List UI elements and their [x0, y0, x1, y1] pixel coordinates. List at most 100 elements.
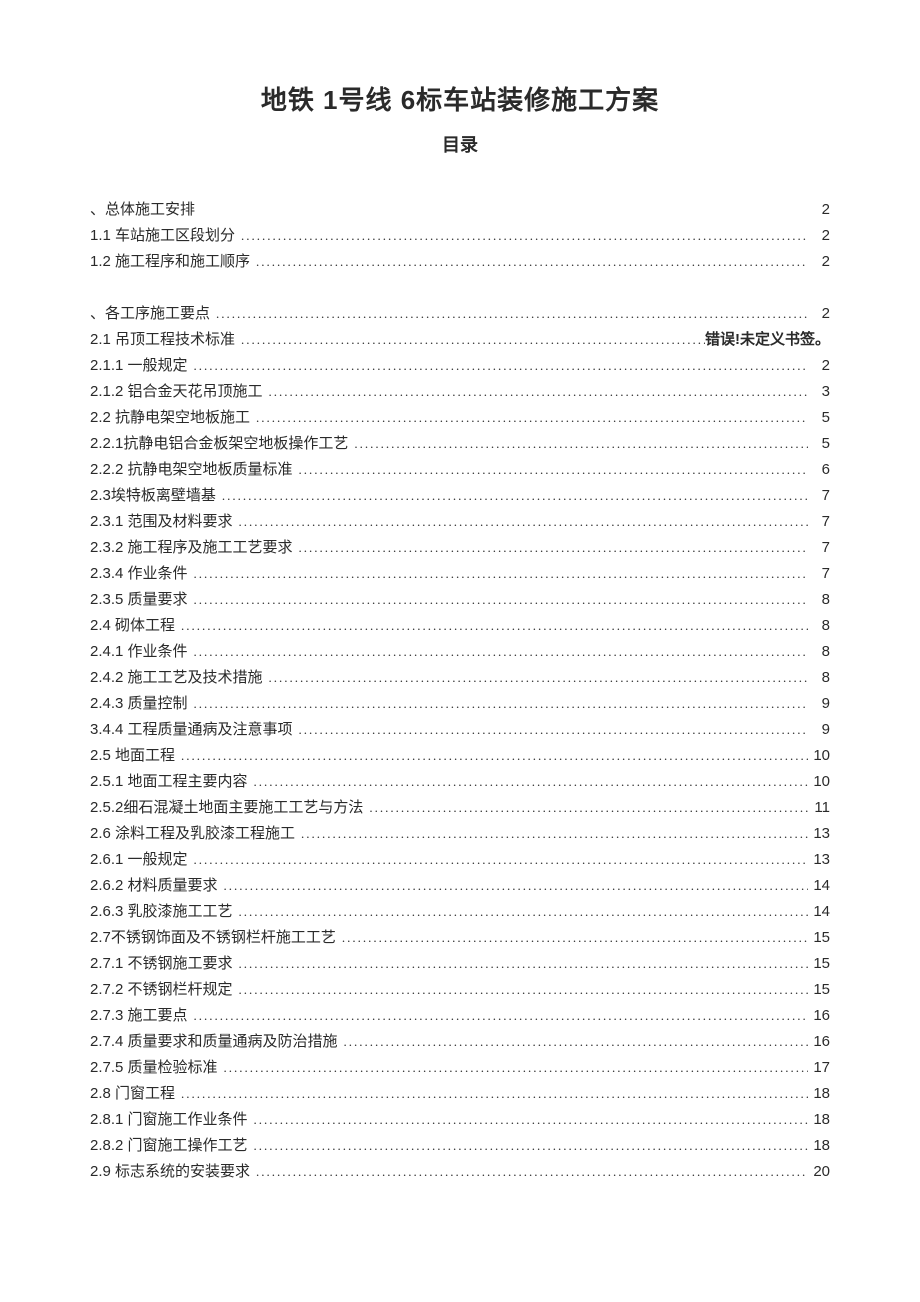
toc-entry-label: 2.3.4 作业条件 — [90, 561, 188, 587]
toc-leader-dots — [250, 405, 808, 431]
toc-entry-label: 、总体施工安排 — [90, 197, 195, 223]
toc-entry: 2.6.3 乳胶漆施工工艺14 — [90, 899, 830, 925]
toc-leader-dots — [218, 1055, 808, 1081]
toc-leader-dots — [210, 301, 808, 327]
toc-entry-page: 6 — [808, 457, 830, 483]
toc-leader-dots — [248, 1107, 808, 1133]
toc-entry-label: 2.2.2 抗静电架空地板质量标准 — [90, 457, 293, 483]
toc-entry-label: 2.4.1 作业条件 — [90, 639, 188, 665]
toc-entry-page: 8 — [808, 613, 830, 639]
toc-entry-label: 2.8.1 门窗施工作业条件 — [90, 1107, 248, 1133]
toc-leader-dots — [293, 717, 808, 743]
toc-entry: 2.8 门窗工程18 — [90, 1081, 830, 1107]
toc-entry-page: 15 — [808, 977, 830, 1003]
toc-entry: 、总体施工安排2 — [90, 197, 830, 223]
toc-leader-dots — [338, 1029, 808, 1055]
toc-entry-label: 2.4.3 质量控制 — [90, 691, 188, 717]
toc-entry: 2.3埃特板离壁墙基7 — [90, 483, 830, 509]
toc-entry: 2.7不锈钢饰面及不锈钢栏杆施工工艺15 — [90, 925, 830, 951]
toc-entry-label: 2.3埃特板离壁墙基 — [90, 483, 216, 509]
toc-entry: 2.5 地面工程10 — [90, 743, 830, 769]
toc-entry-label: 2.4.2 施工工艺及技术措施 — [90, 665, 263, 691]
toc-entry-label: 1.1 车站施工区段划分 — [90, 223, 235, 249]
toc-entry-page: 8 — [808, 665, 830, 691]
toc-entry: 2.1.1 一般规定2 — [90, 353, 830, 379]
toc-entry-page: 17 — [808, 1055, 830, 1081]
toc-leader-dots — [293, 535, 808, 561]
toc-entry: 2.5.1 地面工程主要内容10 — [90, 769, 830, 795]
toc-entry: 2.3.4 作业条件 7 — [90, 561, 830, 587]
document-title: 地铁 1号线 6标车站装修施工方案 — [90, 80, 830, 117]
toc-entry-label: 2.5.1 地面工程主要内容 — [90, 769, 248, 795]
toc-entry-page: 错误!未定义书签。 — [705, 327, 830, 353]
toc-entry-label: 2.7.2 不锈钢栏杆规定 — [90, 977, 233, 1003]
toc-entry: 1.1 车站施工区段划分 2 — [90, 223, 830, 249]
toc-entry-label: 2.2.1抗静电铝合金板架空地板操作工艺 — [90, 431, 348, 457]
toc-entry-label: 2.5.2细石混凝土地面主要施工工艺与方法 — [90, 795, 363, 821]
toc-leader-dots — [188, 561, 808, 587]
toc-entry: 2.7.3 施工要点 16 — [90, 1003, 830, 1029]
toc-entry-page: 2 — [808, 353, 830, 379]
toc-entry-page: 7 — [808, 561, 830, 587]
toc-entry-label: 2.3.5 质量要求 — [90, 587, 188, 613]
toc-entry-page: 20 — [808, 1159, 830, 1185]
toc-spacer — [90, 275, 830, 301]
toc-leader-dots — [348, 431, 808, 457]
toc-entry: 2.6.2 材料质量要求14 — [90, 873, 830, 899]
toc-entry-page: 10 — [808, 743, 830, 769]
toc-entry-label: 2.7.1 不锈钢施工要求 — [90, 951, 233, 977]
toc-entry-page: 2 — [808, 223, 830, 249]
toc-entry: 2.4.3 质量控制9 — [90, 691, 830, 717]
toc-entry: 2.1 吊顶工程技术标准错误!未定义书签。 — [90, 327, 830, 353]
toc-heading: 目录 — [90, 131, 830, 157]
toc-entry-page: 3 — [808, 379, 830, 405]
toc-entry: 1.2 施工程序和施工顺序2 — [90, 249, 830, 275]
toc-entry: 2.1.2 铝合金天花吊顶施工3 — [90, 379, 830, 405]
toc-leader-dots — [233, 509, 808, 535]
toc-leader-dots — [188, 1003, 808, 1029]
toc-entry: 2.7.1 不锈钢施工要求 15 — [90, 951, 830, 977]
toc-leader-dots — [248, 769, 808, 795]
toc-entry: 2.3.2 施工程序及施工工艺要求 7 — [90, 535, 830, 561]
toc-leader-dots — [248, 1133, 808, 1159]
toc-entry-label: 2.6.1 一般规定 — [90, 847, 188, 873]
toc-entry-page: 8 — [808, 587, 830, 613]
toc-entry-label: 2.6.2 材料质量要求 — [90, 873, 218, 899]
toc-leader-dots — [233, 977, 808, 1003]
toc-entry: 3.4.4 工程质量通病及注意事项9 — [90, 717, 830, 743]
toc-entry-page: 2 — [808, 249, 830, 275]
toc-entry-page: 5 — [808, 431, 830, 457]
toc-leader-dots — [293, 457, 808, 483]
toc-entry-page: 11 — [808, 795, 830, 821]
toc-entry-label: 2.7.4 质量要求和质量通病及防治措施 — [90, 1029, 338, 1055]
toc-entry: 2.4 砌体工程8 — [90, 613, 830, 639]
toc-entry-page: 7 — [808, 509, 830, 535]
table-of-contents: 、总体施工安排21.1 车站施工区段划分21.2 施工程序和施工顺序2、各工序施… — [90, 197, 830, 1185]
toc-entry-page: 18 — [808, 1133, 830, 1159]
toc-entry-page: 16 — [808, 1003, 830, 1029]
toc-entry-page: 13 — [808, 847, 830, 873]
toc-entry-page: 15 — [808, 925, 830, 951]
toc-entry: 2.2.1抗静电铝合金板架空地板操作工艺 5 — [90, 431, 830, 457]
toc-entry-page: 14 — [808, 899, 830, 925]
toc-entry-label: 2.6 涂料工程及乳胶漆工程施工 — [90, 821, 295, 847]
toc-entry-page: 16 — [808, 1029, 830, 1055]
toc-leader-dots — [250, 1159, 808, 1185]
toc-entry-page: 9 — [808, 717, 830, 743]
toc-leader-dots — [233, 899, 808, 925]
toc-leader-dots — [188, 587, 808, 613]
toc-entry-page: 18 — [808, 1081, 830, 1107]
toc-leader-dots — [250, 249, 808, 275]
toc-entry-page: 2 — [808, 301, 830, 327]
toc-entry-label: 2.3.2 施工程序及施工工艺要求 — [90, 535, 293, 561]
toc-entry-label: 2.7.3 施工要点 — [90, 1003, 188, 1029]
toc-entry: 2.8.1 门窗施工作业条件18 — [90, 1107, 830, 1133]
toc-entry: 2.7.2 不锈钢栏杆规定 15 — [90, 977, 830, 1003]
toc-leader-dots — [216, 483, 808, 509]
toc-leader-dots — [175, 743, 808, 769]
toc-entry-page: 15 — [808, 951, 830, 977]
toc-entry-page: 7 — [808, 535, 830, 561]
toc-entry-label: 2.9 标志系统的安装要求 — [90, 1159, 250, 1185]
toc-entry: 2.4.1 作业条件8 — [90, 639, 830, 665]
toc-entry: 2.7.5 质量检验标准17 — [90, 1055, 830, 1081]
